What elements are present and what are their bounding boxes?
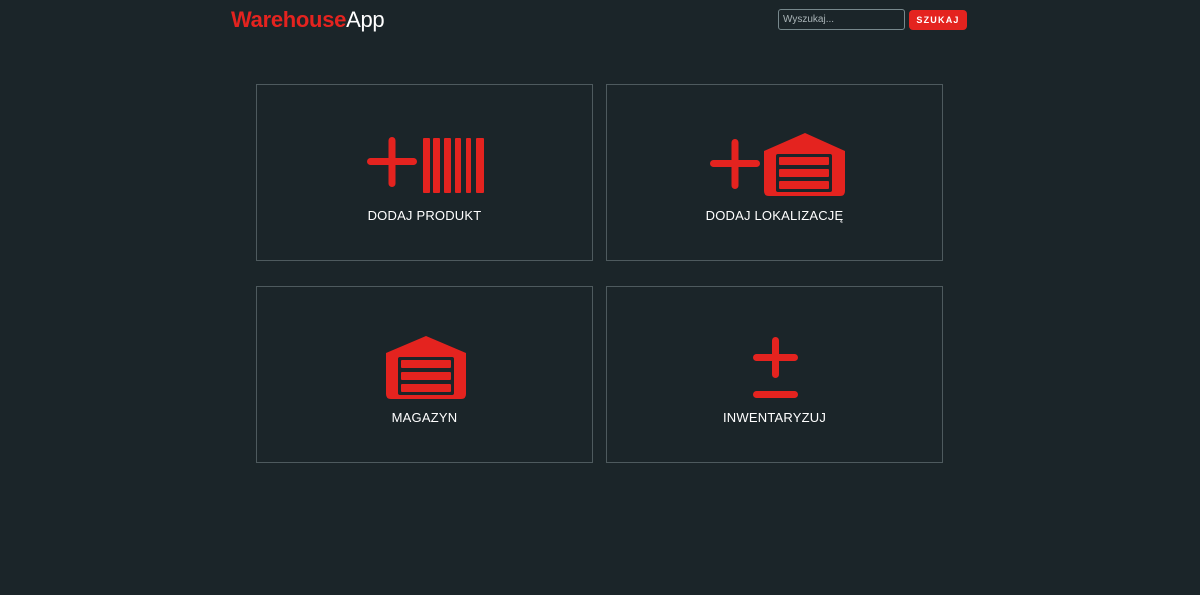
tile-label-add-product: DODAJ PRODUKT	[367, 208, 482, 223]
tile-warehouse[interactable]: MAGAZYN	[256, 286, 593, 463]
plus-minus-icon	[753, 337, 798, 398]
top-navbar: WarehouseApp SZUKAJ	[0, 0, 1200, 40]
tile-label-warehouse: MAGAZYN	[391, 410, 458, 425]
tile-inventory[interactable]: INWENTARYZUJ	[606, 286, 943, 463]
add-barcode-icon	[367, 137, 484, 193]
brand-logo[interactable]: WarehouseApp	[231, 6, 385, 34]
tile-add-product[interactable]: DODAJ PRODUKT	[256, 84, 593, 261]
warehouse-icon	[386, 336, 466, 399]
brand-name-warehouse: Warehouse	[231, 7, 347, 32]
tile-label-inventory: INWENTARYZUJ	[722, 410, 827, 425]
search-input[interactable]	[778, 9, 905, 30]
brand-name-app: App	[346, 7, 385, 32]
search-button[interactable]: SZUKAJ	[909, 10, 967, 30]
tile-label-add-location: DODAJ LOKALIZACJĘ	[705, 208, 844, 223]
add-warehouse-icon	[710, 133, 845, 196]
tile-add-location[interactable]: DODAJ LOKALIZACJĘ	[606, 84, 943, 261]
